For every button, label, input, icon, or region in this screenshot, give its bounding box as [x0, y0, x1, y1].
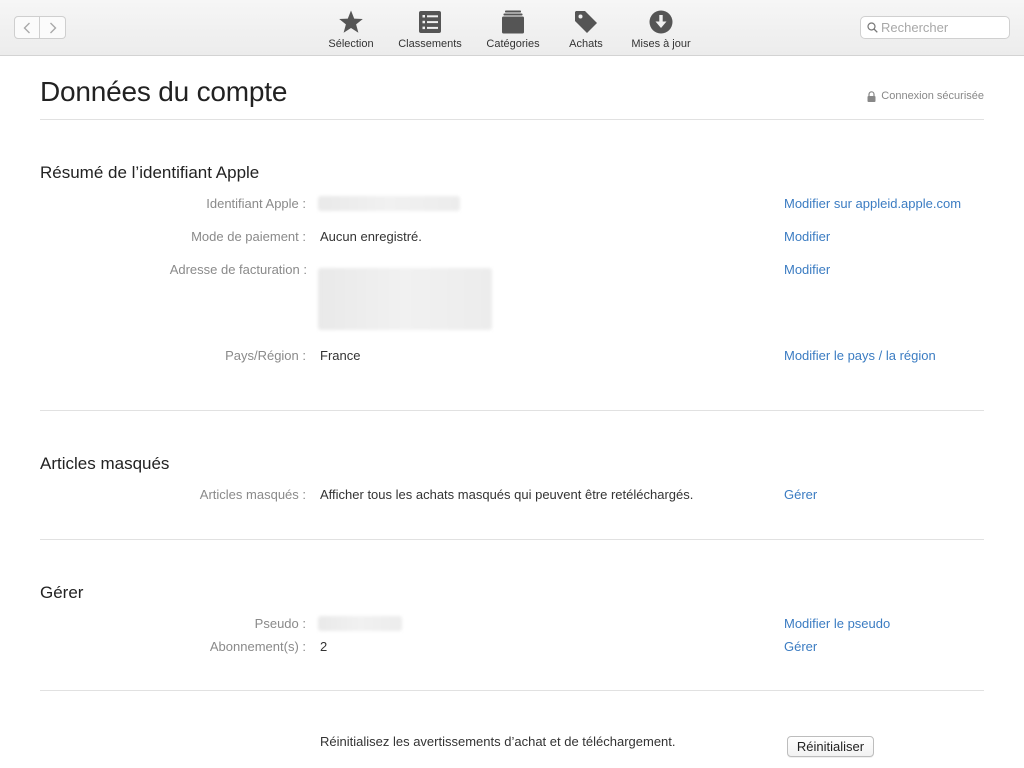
secure-connection-label: Connexion sécurisée — [881, 90, 984, 102]
page-title: Données du compte — [40, 76, 288, 107]
edit-appleid-link[interactable]: Modifier sur appleid.apple.com — [784, 196, 961, 211]
apple-id-label: Identifiant Apple : — [206, 196, 306, 211]
nickname-value-redacted — [318, 616, 402, 631]
search-input[interactable] — [881, 20, 1006, 35]
download-icon — [649, 10, 673, 34]
edit-payment-link[interactable]: Modifier — [784, 229, 830, 244]
reset-warnings-text: Réinitialisez les avertissements d’achat… — [320, 734, 676, 749]
tab-achats-label: Achats — [569, 38, 603, 50]
nickname-label: Pseudo : — [254, 616, 306, 631]
edit-country-link[interactable]: Modifier le pays / la région — [784, 348, 936, 363]
reset-button[interactable]: Réinitialiser — [787, 736, 874, 757]
chevron-left-icon — [23, 22, 30, 33]
section-title-hidden: Articles masqués — [40, 454, 170, 473]
tab-mises-a-jour-label: Mises à jour — [631, 38, 691, 50]
country-value: France — [320, 348, 361, 363]
divider — [40, 410, 984, 411]
divider — [40, 690, 984, 691]
divider — [40, 539, 984, 540]
divider — [40, 119, 984, 120]
lock-icon — [867, 90, 876, 102]
country-label: Pays/Région : — [225, 348, 306, 363]
tab-selection[interactable]: Sélection — [322, 8, 380, 52]
tab-classements[interactable]: Classements — [394, 8, 466, 52]
list-icon — [419, 11, 441, 33]
tab-mises-a-jour[interactable]: Mises à jour — [626, 8, 696, 52]
hidden-items-label: Articles masqués : — [199, 487, 306, 502]
secure-connection: Connexion sécurisée — [867, 90, 984, 102]
manage-hidden-link[interactable]: Gérer — [784, 487, 817, 502]
stack-icon — [502, 10, 524, 34]
manage-subscriptions-link[interactable]: Gérer — [784, 639, 817, 654]
forward-button[interactable] — [40, 16, 66, 39]
back-button[interactable] — [14, 16, 40, 39]
payment-value: Aucun enregistré. — [320, 229, 422, 244]
search-field[interactable] — [860, 16, 1010, 39]
payment-label: Mode de paiement : — [191, 229, 306, 244]
billing-address-value-redacted — [318, 268, 492, 330]
search-icon — [867, 22, 878, 33]
subscriptions-value: 2 — [320, 639, 328, 654]
tab-categories[interactable]: Catégories — [482, 8, 544, 52]
tab-selection-label: Sélection — [328, 38, 374, 50]
star-icon — [339, 10, 363, 33]
edit-billing-link[interactable]: Modifier — [784, 262, 830, 277]
toolbar: Sélection Classements Catégories Achats — [0, 0, 1024, 56]
hidden-items-value: Afficher tous les achats masqués qui peu… — [320, 487, 694, 502]
tag-icon — [575, 11, 597, 33]
billing-address-label: Adresse de facturation : — [169, 262, 307, 277]
chevron-right-icon — [49, 22, 56, 33]
edit-nickname-link[interactable]: Modifier le pseudo — [784, 616, 890, 631]
apple-id-value-redacted — [318, 196, 460, 211]
tab-categories-label: Catégories — [486, 38, 540, 50]
section-title-summary: Résumé de l’identifiant Apple — [40, 163, 260, 182]
tab-achats[interactable]: Achats — [562, 8, 610, 52]
tab-classements-label: Classements — [398, 38, 462, 50]
section-title-manage: Gérer — [40, 583, 84, 602]
subscriptions-label: Abonnement(s) : — [209, 639, 306, 654]
